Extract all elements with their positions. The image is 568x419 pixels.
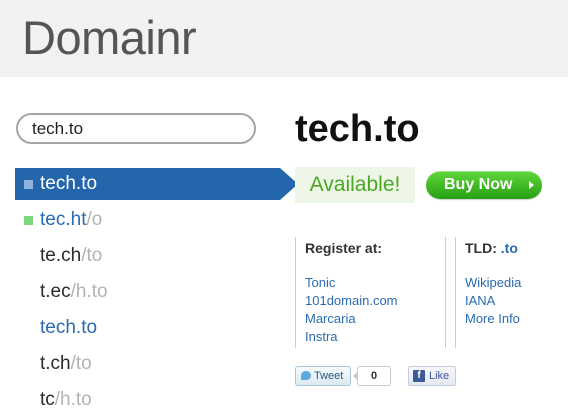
logo[interactable]: Domainr bbox=[22, 11, 197, 65]
register-heading: Register at: bbox=[305, 240, 383, 256]
selected-square-icon bbox=[24, 180, 33, 189]
result-suffix: /to bbox=[81, 245, 103, 266]
buy-now-label: Buy Now bbox=[444, 176, 513, 193]
registrar-link-tonic[interactable]: Tonic bbox=[305, 274, 445, 292]
twitter-bird-icon bbox=[301, 371, 311, 380]
result-item[interactable]: t.ch/to bbox=[0, 346, 290, 382]
registrar-link-101domain[interactable]: 101domain.com bbox=[305, 292, 445, 310]
tld-heading-label: TLD: bbox=[465, 240, 497, 256]
result-domain: t.ch bbox=[40, 353, 71, 374]
search-input[interactable] bbox=[16, 113, 256, 144]
tld-link[interactable]: .to bbox=[501, 240, 518, 256]
tld-link-more-info[interactable]: More Info bbox=[465, 310, 555, 328]
result-suffix: /h.to bbox=[54, 389, 92, 410]
tld-link-wikipedia[interactable]: Wikipedia bbox=[465, 274, 555, 292]
result-domain: tec.ht bbox=[40, 209, 87, 230]
result-suffix: /h.to bbox=[70, 281, 108, 302]
tweet-count: 0 bbox=[353, 366, 391, 386]
availability-badge: Available! bbox=[295, 167, 415, 203]
result-domain: tech.to bbox=[40, 173, 98, 194]
tweet-label: Tweet bbox=[314, 370, 344, 382]
result-domain: tc bbox=[40, 389, 55, 410]
tld-panel: TLD: .to Wikipedia IANA More Info bbox=[455, 237, 555, 348]
register-panel: Register at: Tonic 101domain.com Marcari… bbox=[295, 237, 446, 348]
facebook-icon: f bbox=[413, 370, 425, 382]
play-arrow-icon bbox=[529, 181, 534, 189]
tweet-button[interactable]: Tweet bbox=[295, 366, 351, 386]
results-list: tech.to tec.ht/o te.ch/to t.ec/h.to tech… bbox=[0, 166, 298, 418]
result-suffix: /o bbox=[86, 209, 103, 230]
registrar-link-marcaria[interactable]: Marcaria bbox=[305, 310, 445, 328]
domain-title: tech.to bbox=[295, 108, 420, 150]
result-domain: te.ch bbox=[40, 245, 82, 266]
result-suffix: /to bbox=[70, 353, 92, 374]
result-item[interactable]: tech.to bbox=[0, 310, 290, 346]
tld-heading: TLD: .to bbox=[465, 238, 555, 258]
result-item[interactable]: te.ch/to bbox=[0, 238, 290, 274]
result-item[interactable]: tc/h.to bbox=[0, 382, 290, 418]
tld-link-iana[interactable]: IANA bbox=[465, 292, 555, 310]
header-bar: Domainr bbox=[0, 0, 568, 77]
result-domain: t.ec bbox=[40, 281, 71, 302]
buy-now-button[interactable]: Buy Now bbox=[426, 171, 542, 199]
result-item[interactable]: t.ec/h.to bbox=[0, 274, 290, 310]
available-square-icon bbox=[24, 216, 33, 225]
result-item[interactable]: tech.to bbox=[15, 168, 298, 200]
registrar-link-instra[interactable]: Instra bbox=[305, 328, 445, 346]
result-item[interactable]: tec.ht/o bbox=[0, 202, 290, 238]
facebook-like-button[interactable]: f Like bbox=[408, 366, 456, 386]
like-label: Like bbox=[429, 370, 450, 382]
result-domain: tech.to bbox=[40, 317, 98, 338]
